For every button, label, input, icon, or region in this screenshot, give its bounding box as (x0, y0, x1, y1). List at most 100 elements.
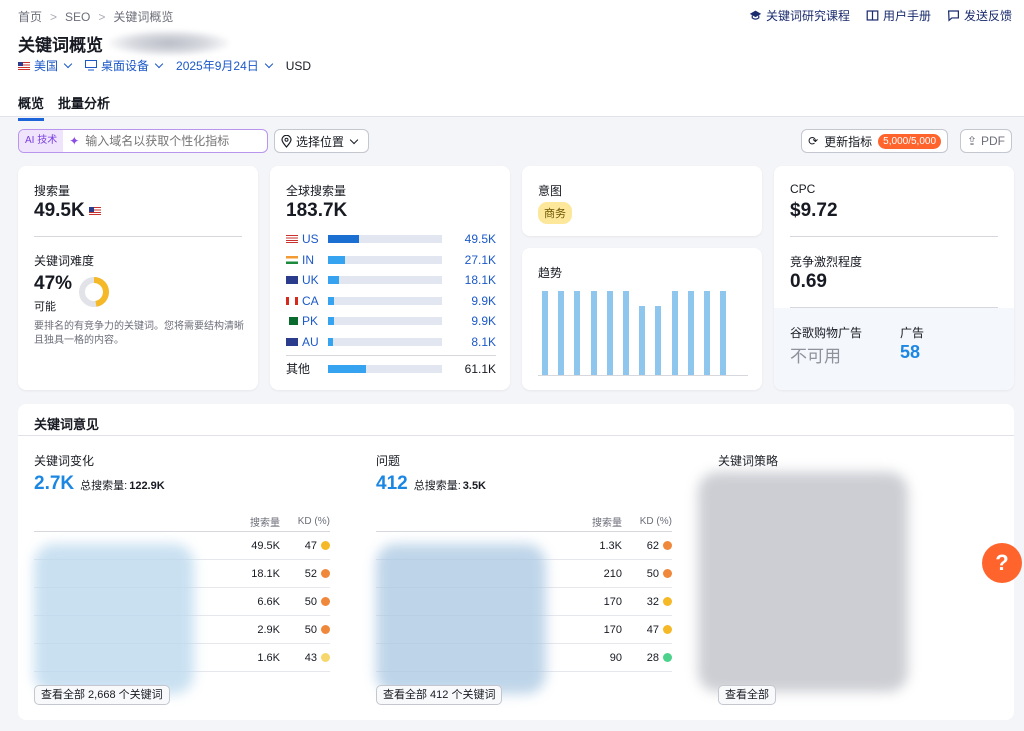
chevron-down-icon (154, 59, 164, 69)
upload-icon: ⇪ (966, 134, 977, 148)
pdf-label: PDF (981, 134, 1005, 148)
country-row[interactable]: IN 27.1K (286, 253, 496, 267)
kd-indicator-dot (663, 653, 672, 662)
pdf-export-button[interactable]: ⇪ PDF (959, 129, 1012, 153)
country-row[interactable]: US 49.5K (286, 232, 496, 246)
breadcrumb-separator: > (50, 9, 58, 24)
volume-card: 搜索量 49.5K 关键词难度 47% 可能 要排名的有竞争力的关键词。您将需要… (18, 166, 258, 390)
kd-label: 关键词难度 (34, 254, 95, 268)
variations-column: 关键词变化 2.7K 总搜索量: 122.9K 搜索量 KD (%) 49.5K 47… (34, 452, 346, 705)
us-flag-icon (286, 235, 298, 243)
questions-column: 问题 412 总搜索量: 3.5K 搜索量 KD (%) 1.3K 62 210 50 17… (376, 452, 688, 705)
country-code: IN (302, 252, 314, 267)
country-volume: 8.1K (471, 335, 496, 349)
intent-badge: 商务 (538, 202, 572, 224)
date-select[interactable]: 2025年9月24日 (176, 57, 273, 74)
trend-chart (538, 288, 748, 376)
volume-cell: 170 (603, 623, 622, 636)
trend-bar (720, 291, 727, 375)
variations-total-label: 总搜索量: (80, 480, 128, 492)
tab-bulk-analysis[interactable]: 批量分析 (58, 93, 110, 121)
kd-value: 43 (304, 651, 317, 664)
country-share-bar (328, 317, 442, 326)
kd-indicator-dot (321, 653, 330, 662)
location-label: 选择位置 (296, 134, 345, 149)
kd-cell: 52 (290, 568, 330, 580)
update-count-badge: 5,000/5,000 (878, 133, 941, 149)
au-flag-icon (286, 338, 298, 346)
table-header: 搜索量 KD (%) (376, 512, 672, 532)
country-select[interactable]: 美国 (18, 57, 73, 74)
view-all-strategy-button[interactable]: 查看全部 (718, 685, 776, 705)
manual-link[interactable]: 用户手册 (866, 7, 931, 24)
kd-indicator-dot (663, 541, 672, 550)
country-share-fill (328, 296, 334, 305)
country-row[interactable]: AU 8.1K (286, 335, 496, 349)
other-share-fill (328, 364, 366, 373)
desktop-icon (85, 60, 98, 71)
filter-bar: 美国 桌面设备 2025年9月24日 USD (18, 57, 311, 74)
volume-label: 搜索量 (34, 184, 71, 198)
country-share-fill (328, 276, 340, 285)
breadcrumb: 首页 > SEO > 关键词概览 (18, 8, 173, 25)
questions-count[interactable]: 412 (376, 473, 408, 495)
device-select[interactable]: 桌面设备 (85, 57, 164, 74)
date-value: 2025年9月24日 (176, 59, 259, 73)
country-share-fill (328, 338, 333, 346)
trend-bar (671, 291, 678, 375)
manual-link-label: 用户手册 (882, 9, 931, 23)
kd-cell: 50 (632, 568, 672, 580)
trend-label: 趋势 (538, 266, 563, 280)
kd-column-header: KD (%) (639, 516, 672, 527)
kd-cell: 47 (290, 540, 330, 552)
trend-bar (558, 291, 565, 375)
kd-value: 47 (304, 539, 317, 552)
ads-value[interactable]: 58 (900, 342, 920, 363)
competition-label: 竞争激烈程度 (790, 255, 863, 269)
kd-indicator-dot (663, 569, 672, 578)
country-share-bar (328, 296, 442, 305)
trend-bar (606, 291, 613, 375)
tab-overview[interactable]: 概览 (18, 93, 45, 121)
kd-value: 28 (646, 651, 659, 664)
kd-cell: 43 (290, 652, 330, 664)
country-breakdown: US 49.5K IN 27.1K UK 18.1K CA 9.9K PK 9.9K AU 8.1K 其… (286, 230, 496, 380)
uk-flag-icon (286, 276, 298, 285)
header: 首页 > SEO > 关键词概览 关键词研究课程 用户手册 发送反馈 关键词概览… (0, 0, 1024, 121)
keyword-ideas-section: 关键词意见 关键词变化 2.7K 总搜索量: 122.9K 搜索量 KD (%) 4… (18, 404, 1014, 720)
feedback-link-label: 发送反馈 (963, 9, 1012, 23)
country-share-bar (328, 338, 442, 346)
tab-bar: 概览 批量分析 (18, 93, 110, 121)
country-row[interactable]: UK 18.1K (286, 273, 496, 287)
country-row[interactable]: CA 9.9K (286, 294, 496, 308)
location-select[interactable]: 选择位置 (274, 129, 369, 153)
graduation-cap-icon (749, 10, 762, 20)
country-code: PK (302, 314, 319, 329)
kd-value: 50 (304, 595, 317, 608)
view-all-questions-button[interactable]: 查看全部 412 个关键词 (376, 685, 503, 705)
update-metrics-button[interactable]: ⟳ 更新指标 5,000/5,000 (801, 129, 948, 153)
currency-label: USD (285, 58, 312, 73)
course-link[interactable]: 关键词研究课程 (749, 7, 850, 24)
update-metrics-label: 更新指标 (824, 134, 873, 149)
course-link-label: 关键词研究课程 (765, 9, 850, 23)
help-button[interactable]: ? (982, 543, 1022, 583)
trend-bar (655, 306, 662, 375)
other-volume: 61.1K (464, 361, 496, 376)
cpc-value: $9.72 (790, 200, 838, 221)
intent-label: 意图 (538, 184, 563, 198)
competition-value: 0.69 (790, 271, 827, 292)
view-all-variations-button[interactable]: 查看全部 2,668 个关键词 (34, 685, 170, 705)
trend-card: 趋势 (522, 248, 762, 390)
breadcrumb-seo[interactable]: SEO (65, 10, 90, 24)
trend-bar (574, 291, 581, 375)
domain-input[interactable] (85, 134, 256, 148)
country-row[interactable]: PK 9.9K (286, 314, 496, 328)
variations-count[interactable]: 2.7K (34, 473, 74, 495)
trend-bar (542, 291, 548, 375)
keyword-ideas-title: 关键词意见 (18, 404, 1014, 436)
feedback-link[interactable]: 发送反馈 (947, 7, 1012, 24)
breadcrumb-home[interactable]: 首页 (18, 8, 42, 25)
country-code: UK (302, 273, 319, 288)
country-share-fill (328, 317, 334, 326)
